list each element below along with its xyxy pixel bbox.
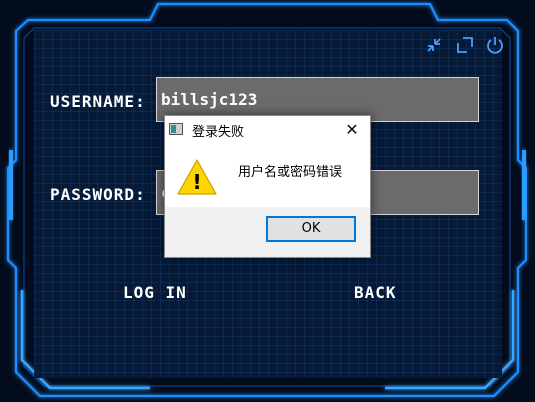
close-icon[interactable]: ✕: [335, 117, 369, 143]
dialog-message: 用户名或密码错误: [238, 165, 343, 180]
dialog-titlebar: 登录失败 ✕: [165, 116, 370, 144]
dialog-title: 登录失败: [192, 125, 245, 140]
maximize-icon[interactable]: [455, 35, 475, 55]
left-accent: [9, 150, 13, 220]
warning-glyph: !: [192, 170, 201, 194]
dialog-body: ! 用户名或密码错误: [165, 144, 370, 207]
username-label: USERNAME:: [50, 92, 146, 111]
minimize-icon[interactable]: [424, 35, 444, 55]
right-accent: [522, 150, 526, 220]
app-icon: [169, 123, 183, 135]
login-error-dialog: 登录失败 ✕ ! 用户名或密码错误 OK: [164, 115, 371, 258]
back-button[interactable]: BACK: [354, 283, 397, 302]
login-button[interactable]: LOG IN: [123, 283, 187, 302]
ok-button[interactable]: OK: [266, 216, 356, 242]
warning-icon: !: [177, 159, 217, 195]
power-icon[interactable]: [485, 35, 505, 55]
password-label: PASSWORD:: [50, 185, 146, 204]
